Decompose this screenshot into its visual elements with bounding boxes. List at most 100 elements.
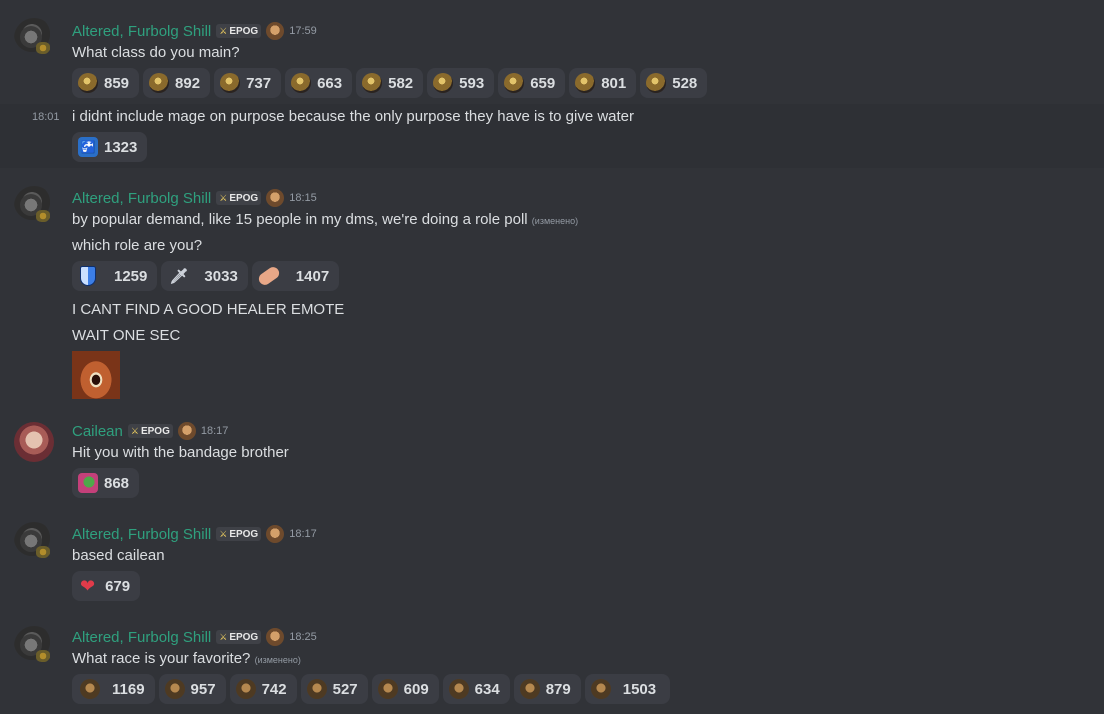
sword-icon: ⚔ <box>219 528 228 539</box>
reaction[interactable]: 737 <box>214 68 282 98</box>
username[interactable]: Altered, Furbolg Shill <box>72 23 211 40</box>
role-icon[interactable] <box>266 22 285 40</box>
reaction-count: 879 <box>545 680 571 698</box>
message-group: Altered, Furbolg Shill ⚔ EPOG 18:25 What … <box>0 620 1104 714</box>
timestamp[interactable]: 18:17 <box>289 528 317 540</box>
class-paladin-icon <box>149 73 170 93</box>
user-avatar[interactable] <box>14 522 54 562</box>
role-icon[interactable] <box>266 628 285 646</box>
reaction[interactable]: 634 <box>442 674 510 704</box>
message-text: Hit you with the bandage brother <box>72 444 289 461</box>
healer-bandage-icon <box>256 264 282 288</box>
reaction[interactable]: 1503 <box>584 674 671 704</box>
message-group: Altered, Furbolg Shill ⚔ EPOG 18:15 by po… <box>0 180 1104 405</box>
reaction-count: 801 <box>601 74 627 92</box>
reaction[interactable]: 528 <box>640 68 708 98</box>
role-icon[interactable] <box>266 189 285 207</box>
message-header: Altered, Furbolg Shill ⚔ EPOG 17:59 <box>72 21 317 41</box>
water-tap-icon: 🚰 <box>78 137 98 157</box>
race-troll-icon <box>590 679 611 699</box>
username[interactable]: Altered, Furbolg Shill <box>72 629 211 646</box>
message-text: by popular demand, like 15 people in my … <box>72 211 578 228</box>
reaction[interactable]: 879 <box>513 674 581 704</box>
dps-sword-icon: 🗡 <box>169 268 189 285</box>
reaction[interactable]: 801 <box>569 68 637 98</box>
role-badge[interactable]: ⚔ EPOG <box>127 424 173 438</box>
reaction-bar: 1169 957 742 527 609 634 879 1503 <box>72 674 671 704</box>
race-dwarf-icon <box>306 679 327 699</box>
reaction[interactable]: 663 <box>285 68 353 98</box>
message-header: Altered, Furbolg Shill ⚔ EPOG 18:15 <box>72 188 317 208</box>
reaction-count: 609 <box>403 680 429 698</box>
race-human-icon <box>164 679 185 699</box>
reaction[interactable]: 593 <box>427 68 495 98</box>
reaction-bar: 1259 🗡 3033 1407 <box>72 261 340 291</box>
reaction-count: 528 <box>672 74 698 92</box>
reaction[interactable]: 892 <box>143 68 211 98</box>
user-avatar[interactable] <box>14 186 54 226</box>
user-avatar[interactable] <box>14 626 54 666</box>
edited-marker: (изменено) <box>531 216 579 226</box>
message-text-body: by popular demand, like 15 people in my … <box>72 211 528 228</box>
reaction-count: 593 <box>459 74 485 92</box>
sword-icon: ⚔ <box>219 631 228 642</box>
sword-icon: ⚔ <box>219 25 228 36</box>
username[interactable]: Altered, Furbolg Shill <box>72 526 211 543</box>
reaction[interactable]: 1169 <box>72 674 155 704</box>
class-rogue-icon <box>291 73 312 93</box>
badge-label: EPOG <box>229 631 259 643</box>
timestamp[interactable]: 18:15 <box>289 192 317 204</box>
reaction[interactable]: 859 <box>72 68 140 98</box>
reaction[interactable]: 582 <box>356 68 424 98</box>
role-badge[interactable]: ⚔ EPOG <box>216 24 262 38</box>
reaction-bar: ❤ 679 <box>72 571 141 601</box>
reaction-count: 1259 <box>114 267 148 285</box>
user-avatar[interactable] <box>14 18 54 58</box>
badge-label: EPOG <box>229 25 259 37</box>
timestamp[interactable]: 17:59 <box>289 25 317 37</box>
race-gnome-icon <box>377 679 398 699</box>
reaction[interactable]: 🗡 3033 <box>161 261 248 291</box>
reaction-count: 1169 <box>112 680 145 698</box>
race-undead-icon <box>80 679 100 699</box>
reaction[interactable]: 527 <box>300 674 368 704</box>
reaction[interactable]: 🚰 1323 <box>72 132 148 162</box>
message-text: which role are you? <box>72 237 203 254</box>
reaction[interactable]: 742 <box>229 674 297 704</box>
class-mage-icon <box>646 73 667 93</box>
reaction[interactable]: 868 <box>72 468 140 498</box>
edited-marker: (изменено) <box>254 655 301 665</box>
reaction[interactable]: 659 <box>498 68 566 98</box>
message-header: Altered, Furbolg Shill ⚔ EPOG 18:17 <box>72 524 317 544</box>
race-orc-icon <box>235 679 256 699</box>
user-avatar[interactable] <box>14 422 54 462</box>
class-priest-icon <box>220 73 241 93</box>
role-badge[interactable]: ⚔ EPOG <box>216 191 262 205</box>
badge-label: EPOG <box>140 425 170 437</box>
class-shaman-icon <box>504 73 525 93</box>
role-badge[interactable]: ⚔ EPOG <box>216 527 262 541</box>
role-icon[interactable] <box>177 422 196 440</box>
reaction[interactable]: ❤ 679 <box>72 571 141 601</box>
timestamp[interactable]: 18:25 <box>289 631 317 643</box>
message-header: Altered, Furbolg Shill ⚔ EPOG 18:25 <box>72 627 317 647</box>
reaction[interactable]: 957 <box>158 674 226 704</box>
reaction[interactable]: 1407 <box>251 261 340 291</box>
username[interactable]: Cailean <box>72 423 123 440</box>
reaction[interactable]: 1259 <box>72 261 158 291</box>
role-icon[interactable] <box>266 525 285 543</box>
message-text-body: What race is your favorite? <box>72 650 251 667</box>
class-druid-icon <box>575 73 596 93</box>
side-timestamp[interactable]: 18:01 <box>32 111 60 123</box>
reaction-count: 1503 <box>622 680 657 698</box>
message-header: Cailean ⚔ EPOG 18:17 <box>72 421 228 441</box>
reaction-count: 868 <box>104 474 130 492</box>
reaction-count: 859 <box>104 74 130 92</box>
reaction[interactable]: 609 <box>371 674 439 704</box>
timestamp[interactable]: 18:17 <box>201 425 229 437</box>
reaction-count: 679 <box>105 577 131 595</box>
username[interactable]: Altered, Furbolg Shill <box>72 190 211 207</box>
laughing-face-sticker[interactable] <box>72 351 120 399</box>
role-badge[interactable]: ⚔ EPOG <box>216 630 262 644</box>
class-hunter-icon <box>362 73 383 93</box>
